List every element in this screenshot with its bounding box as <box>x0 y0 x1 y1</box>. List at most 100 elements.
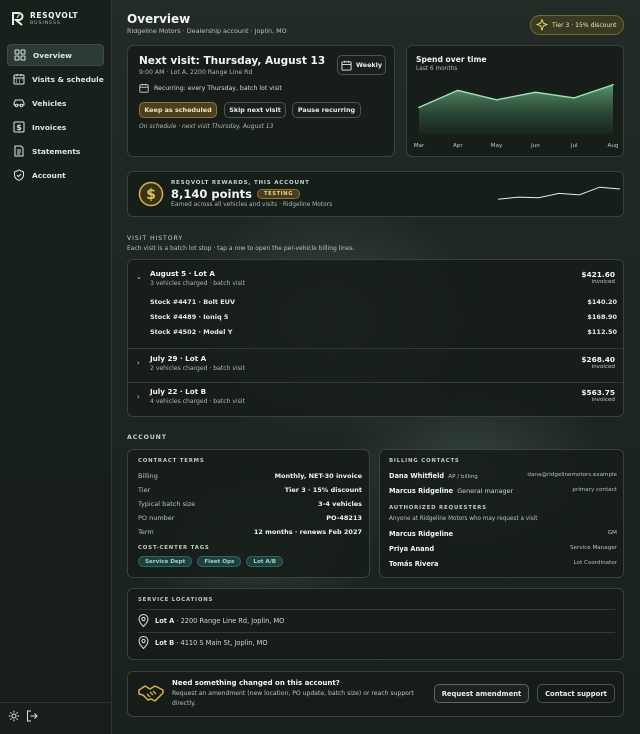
visit-history-heading: VISIT HISTORY <box>127 235 183 242</box>
cost-center-tag[interactable]: Lot A/B <box>246 556 284 567</box>
next-visit-detail: 9:00 AM · Lot A, 2200 Range Line Rd <box>139 69 253 76</box>
location-address: · 2200 Range Line Rd, Joplin, MO <box>176 616 285 625</box>
requester-role: Lot Coordinator <box>573 560 617 566</box>
contract-key: Billing <box>138 472 158 480</box>
requester: Marcus Ridgeline GM <box>389 530 617 538</box>
chevron-right-icon: › <box>137 359 140 367</box>
visit-title: July 22 · Lot B <box>150 387 207 396</box>
sidebar-item-vehicles[interactable]: Vehicles <box>7 92 104 114</box>
brand-logo[interactable]: RESQVOLT BUSINESS <box>11 11 78 26</box>
sparkle-icon <box>536 19 548 31</box>
contract-key: Typical batch size <box>138 500 196 508</box>
authorized-requesters-label: AUTHORIZED REQUESTERS <box>389 505 487 511</box>
billing-line-label: Stock #4489 · Ioniq 5 <box>150 313 229 321</box>
contacts-card: BILLING CONTACTS Dana Whitfield AP / bil… <box>379 449 624 578</box>
grid-icon <box>14 49 26 61</box>
contact-email[interactable]: dana@ridgelinemotors.example <box>527 472 617 480</box>
sidebar-item-label: Statements <box>32 146 81 156</box>
page-subtitle: Ridgeline Motors · Dealership account · … <box>127 27 287 35</box>
contract-terms-label: CONTRACT TERMS <box>138 458 205 464</box>
spend-point <box>457 89 459 92</box>
billing-line-amount: $112.50 <box>587 328 617 336</box>
shield-icon <box>14 169 24 181</box>
visit-sub: 3 vehicles charged · batch visit <box>150 280 245 287</box>
logout-icon[interactable] <box>26 710 38 722</box>
visit-amount-value: $268.40 <box>581 355 615 364</box>
svg-text:$: $ <box>16 123 22 132</box>
sidebar-item-invoices[interactable]: $ Invoices <box>7 116 104 138</box>
frequency-button[interactable]: Weekly <box>337 55 386 75</box>
location-item[interactable]: Lot A · 2200 Range Line Rd, Joplin, MO <box>138 614 284 627</box>
billing-contact: Dana Whitfield AP / billing dana@ridgelin… <box>389 472 617 480</box>
location-name: Lot A <box>155 616 175 625</box>
visit-title: July 29 · Lot A <box>150 354 207 363</box>
calendar-icon <box>341 60 352 71</box>
location-address: · 4110 S Main St, Joplin, MO <box>176 638 268 647</box>
billing-line[interactable]: Stock #4502 · Model Y $112.50 <box>150 328 617 336</box>
divider <box>138 609 615 610</box>
page-title: Overview <box>127 12 191 26</box>
visit-sub: 2 vehicles charged · batch visit <box>150 365 245 372</box>
tier-badge-label: Tier 3 · 15% discount <box>552 21 617 29</box>
next-visit-title: Next visit: Thursday, August 13 <box>139 55 326 67</box>
logo-mark-icon <box>12 11 24 26</box>
spend-point <box>495 99 498 101</box>
visit-row[interactable]: › July 29 · Lot A 2 vehicles charged · b… <box>128 349 623 382</box>
spend-point <box>573 97 575 99</box>
svg-text:$: $ <box>146 187 156 203</box>
billing-line-amount: $140.20 <box>587 298 617 306</box>
billing-line[interactable]: Stock #4471 · Bolt EUV $140.20 <box>150 298 617 306</box>
cost-center-label: COST-CENTER TAGS <box>138 545 210 551</box>
visit-row[interactable]: › July 22 · Lot B 4 vehicles charged · b… <box>128 383 623 416</box>
spend-area <box>419 84 613 134</box>
sidebar-item-overview[interactable]: Overview <box>7 44 104 66</box>
request-amendment-button[interactable]: Request amendment <box>434 684 529 703</box>
visit-amount: $268.40 invoiced <box>581 355 615 370</box>
help-card: Need something changed on this account? … <box>127 671 624 717</box>
dollar-icon: $ <box>13 121 25 133</box>
brand-name: RESQVOLT <box>30 11 79 20</box>
location-item[interactable]: Lot B · 4110 S Main St, Joplin, MO <box>138 636 268 649</box>
x-tick-label: Apr <box>453 143 463 149</box>
visit-history-list: ⌄ August 5 · Lot A 3 vehicles charged · … <box>127 259 624 417</box>
spend-point <box>612 83 614 86</box>
visit-title: August 5 · Lot A <box>150 269 215 278</box>
requester: Priya Anand Service Manager <box>389 545 617 553</box>
pause-recurring-button[interactable]: Pause recurring <box>292 102 361 118</box>
tier-badge: Tier 3 · 15% discount <box>530 15 624 35</box>
billing-line-label: Stock #4502 · Model Y <box>150 328 233 336</box>
visit-row[interactable]: ⌄ August 5 · Lot A 3 vehicles charged · … <box>128 260 623 348</box>
visit-amount: $421.60 invoiced <box>581 270 615 285</box>
sidebar-item-visits[interactable]: Visits & schedule <box>7 68 104 90</box>
contract-key: Tier <box>138 486 151 494</box>
spend-chart: Mar Apr May Jun Jul Aug <box>414 83 619 149</box>
rewards-trend-line <box>497 186 621 200</box>
visit-status: invoiced <box>591 279 615 285</box>
skip-visit-button[interactable]: Skip next visit <box>224 102 286 118</box>
map-pin-icon <box>138 614 149 627</box>
spend-point <box>418 106 420 109</box>
sidebar-nav: Overview Visits & schedule Vehicles $ In… <box>7 44 104 188</box>
keep-scheduled-button[interactable]: Keep as scheduled <box>139 102 217 118</box>
divider <box>138 632 615 633</box>
sidebar-item-account[interactable]: Account <box>7 164 104 186</box>
contact-role: AP / billing <box>448 474 478 480</box>
handshake-icon <box>138 685 164 702</box>
document-icon <box>14 145 24 157</box>
chevron-right-icon: › <box>137 393 140 401</box>
sidebar-item-statements[interactable]: Statements <box>7 140 104 162</box>
gear-icon[interactable] <box>8 710 20 722</box>
cost-center-tag[interactable]: Service Dept <box>138 556 193 567</box>
contract-row: Billing Monthly, NET-30 invoice <box>138 472 362 480</box>
visit-amount: $563.75 invoiced <box>581 388 615 403</box>
frequency-label: Weekly <box>355 61 383 69</box>
service-locations-label: SERVICE LOCATIONS <box>138 597 214 603</box>
requester-role: Service Manager <box>570 545 617 551</box>
sidebar: RESQVOLT BUSINESS Overview Visits & sched… <box>0 0 112 734</box>
contact-support-button[interactable]: Contact support <box>537 684 615 703</box>
cost-center-tag[interactable]: Fleet Ops <box>197 556 242 567</box>
sidebar-item-label: Overview <box>33 50 72 60</box>
calendar-icon <box>13 74 25 85</box>
sidebar-footer <box>8 710 38 722</box>
billing-line[interactable]: Stock #4489 · Ioniq 5 $168.90 <box>150 313 617 321</box>
